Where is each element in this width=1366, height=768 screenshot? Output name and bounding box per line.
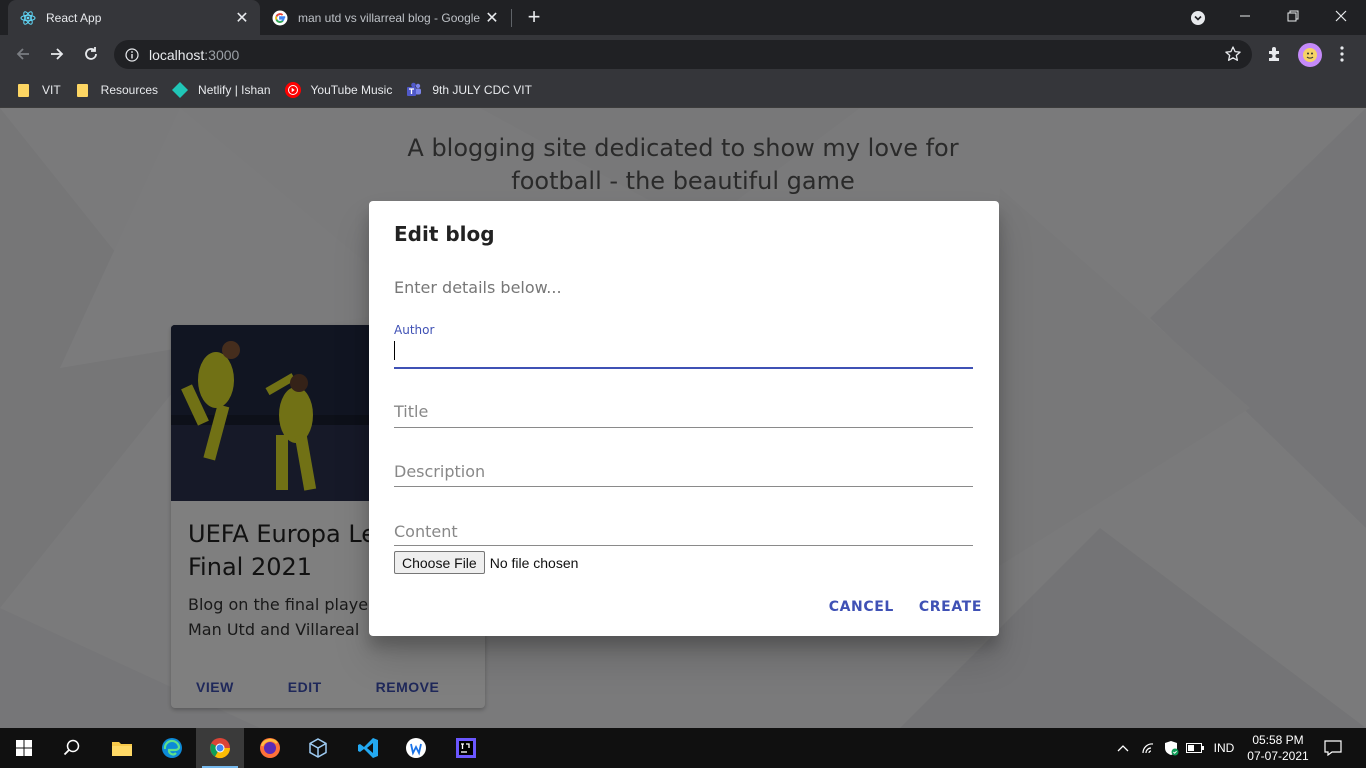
google-icon xyxy=(272,10,288,26)
clock-time: 05:58 PM xyxy=(1252,733,1304,747)
bookmark-label: VIT xyxy=(42,83,61,97)
description-input[interactable] xyxy=(394,459,973,483)
language-indicator[interactable]: IND xyxy=(1208,728,1240,768)
content-underline xyxy=(394,545,973,546)
writing-app-icon[interactable] xyxy=(392,728,440,768)
extensions-icon[interactable] xyxy=(1265,44,1285,64)
windows-taskbar: IND 05:58 PM 07-07-2021 xyxy=(0,728,1366,768)
bookmarks-bar: VIT Resources Netlify | Ishan YouTube Mu… xyxy=(0,73,1366,108)
chrome-taskbar-icon[interactable] xyxy=(196,728,244,768)
vscode-icon[interactable] xyxy=(344,728,392,768)
restore-button[interactable] xyxy=(1270,0,1316,32)
author-underline xyxy=(394,367,973,369)
jetbrains-icon[interactable] xyxy=(442,728,490,768)
url-port: :3000 xyxy=(204,46,240,63)
bookmark-resources[interactable]: Resources xyxy=(69,76,164,104)
content-input[interactable] xyxy=(394,519,973,543)
tab-strip: React App ✕ man utd vs villarreal blog -… xyxy=(0,0,1366,35)
teams-icon xyxy=(406,82,422,98)
forward-button[interactable] xyxy=(42,39,72,69)
new-tab-button[interactable]: + xyxy=(522,4,546,29)
file-upload: Choose File No file chosen xyxy=(394,551,578,574)
dialog-description: Enter details below... xyxy=(394,278,562,297)
security-shield-icon[interactable] xyxy=(1160,728,1182,768)
react-icon xyxy=(20,10,36,26)
battery-icon[interactable] xyxy=(1184,728,1206,768)
close-tab-icon[interactable]: ✕ xyxy=(232,8,252,28)
info-icon[interactable] xyxy=(124,47,140,63)
wifi-icon[interactable] xyxy=(1138,728,1160,768)
tab-google-search[interactable]: man utd vs villarreal blog - Google S ✕ xyxy=(262,0,510,35)
edit-blog-dialog: Edit blog Enter details below... Author … xyxy=(369,201,999,636)
edge-icon[interactable] xyxy=(148,728,196,768)
url-host: localhost xyxy=(149,46,205,63)
firefox-icon[interactable] xyxy=(246,728,294,768)
tab-search-icon[interactable] xyxy=(1188,8,1208,28)
description-underline xyxy=(394,486,973,487)
cancel-button[interactable]: CANCEL xyxy=(829,599,894,615)
virtualbox-icon[interactable] xyxy=(294,728,342,768)
title-input[interactable] xyxy=(394,399,973,423)
content-field: Content xyxy=(394,511,973,551)
browser-toolbar: localhost:3000 xyxy=(0,35,1366,73)
address-bar[interactable]: localhost:3000 xyxy=(114,40,1252,69)
windows-start-icon[interactable] xyxy=(0,728,48,768)
dialog-actions: CANCEL CREATE xyxy=(804,599,982,615)
tab-react-app[interactable]: React App ✕ xyxy=(8,0,260,35)
author-field: Author xyxy=(394,319,973,369)
tab-divider xyxy=(511,9,512,27)
folder-icon xyxy=(16,82,32,98)
back-button[interactable] xyxy=(8,39,38,69)
choose-file-button[interactable]: Choose File xyxy=(394,551,485,574)
page-viewport: A blogging site dedicated to show my lov… xyxy=(0,108,1366,728)
file-status: No file chosen xyxy=(489,554,579,571)
file-explorer-icon[interactable] xyxy=(98,728,146,768)
bookmark-label: Resources xyxy=(100,83,159,97)
bookmark-vit[interactable]: VIT xyxy=(10,76,67,104)
bookmark-label: YouTube Music xyxy=(310,83,393,97)
close-window-button[interactable] xyxy=(1318,0,1364,32)
chrome-menu-icon[interactable] xyxy=(1334,44,1350,64)
youtube-music-icon xyxy=(284,82,301,98)
description-field: Description xyxy=(394,451,973,491)
show-hidden-icons-chevron-icon[interactable] xyxy=(1112,728,1134,768)
bookmark-label: 9th JULY CDC VIT xyxy=(432,83,532,97)
reload-button[interactable] xyxy=(76,39,106,69)
tab-title: React App xyxy=(46,10,102,25)
title-underline xyxy=(394,427,973,428)
profile-avatar-icon[interactable] xyxy=(1298,43,1322,67)
bookmark-label: Netlify | Ishan xyxy=(198,83,271,97)
bookmark-teams[interactable]: 9th JULY CDC VIT xyxy=(400,76,538,104)
notifications-icon[interactable] xyxy=(1320,728,1346,768)
tab-title: man utd vs villarreal blog - Google S xyxy=(298,10,482,25)
system-clock[interactable]: 05:58 PM 07-07-2021 xyxy=(1242,732,1314,764)
bookmark-youtube-music[interactable]: YouTube Music xyxy=(279,76,399,104)
search-icon[interactable] xyxy=(48,728,96,768)
folder-icon xyxy=(75,82,91,98)
close-tab-icon[interactable]: ✕ xyxy=(482,8,502,28)
create-button[interactable]: CREATE xyxy=(919,599,982,615)
minimize-button[interactable] xyxy=(1222,0,1268,32)
netlify-icon xyxy=(172,82,189,98)
dialog-title: Edit blog xyxy=(394,222,495,246)
bookmark-netlify[interactable]: Netlify | Ishan xyxy=(166,76,276,104)
title-field: Title xyxy=(394,391,973,431)
bookmark-star-icon[interactable] xyxy=(1224,45,1242,63)
author-label: Author xyxy=(394,323,435,337)
clock-date: 07-07-2021 xyxy=(1247,749,1309,763)
text-caret xyxy=(394,341,395,360)
author-input[interactable] xyxy=(394,341,973,365)
